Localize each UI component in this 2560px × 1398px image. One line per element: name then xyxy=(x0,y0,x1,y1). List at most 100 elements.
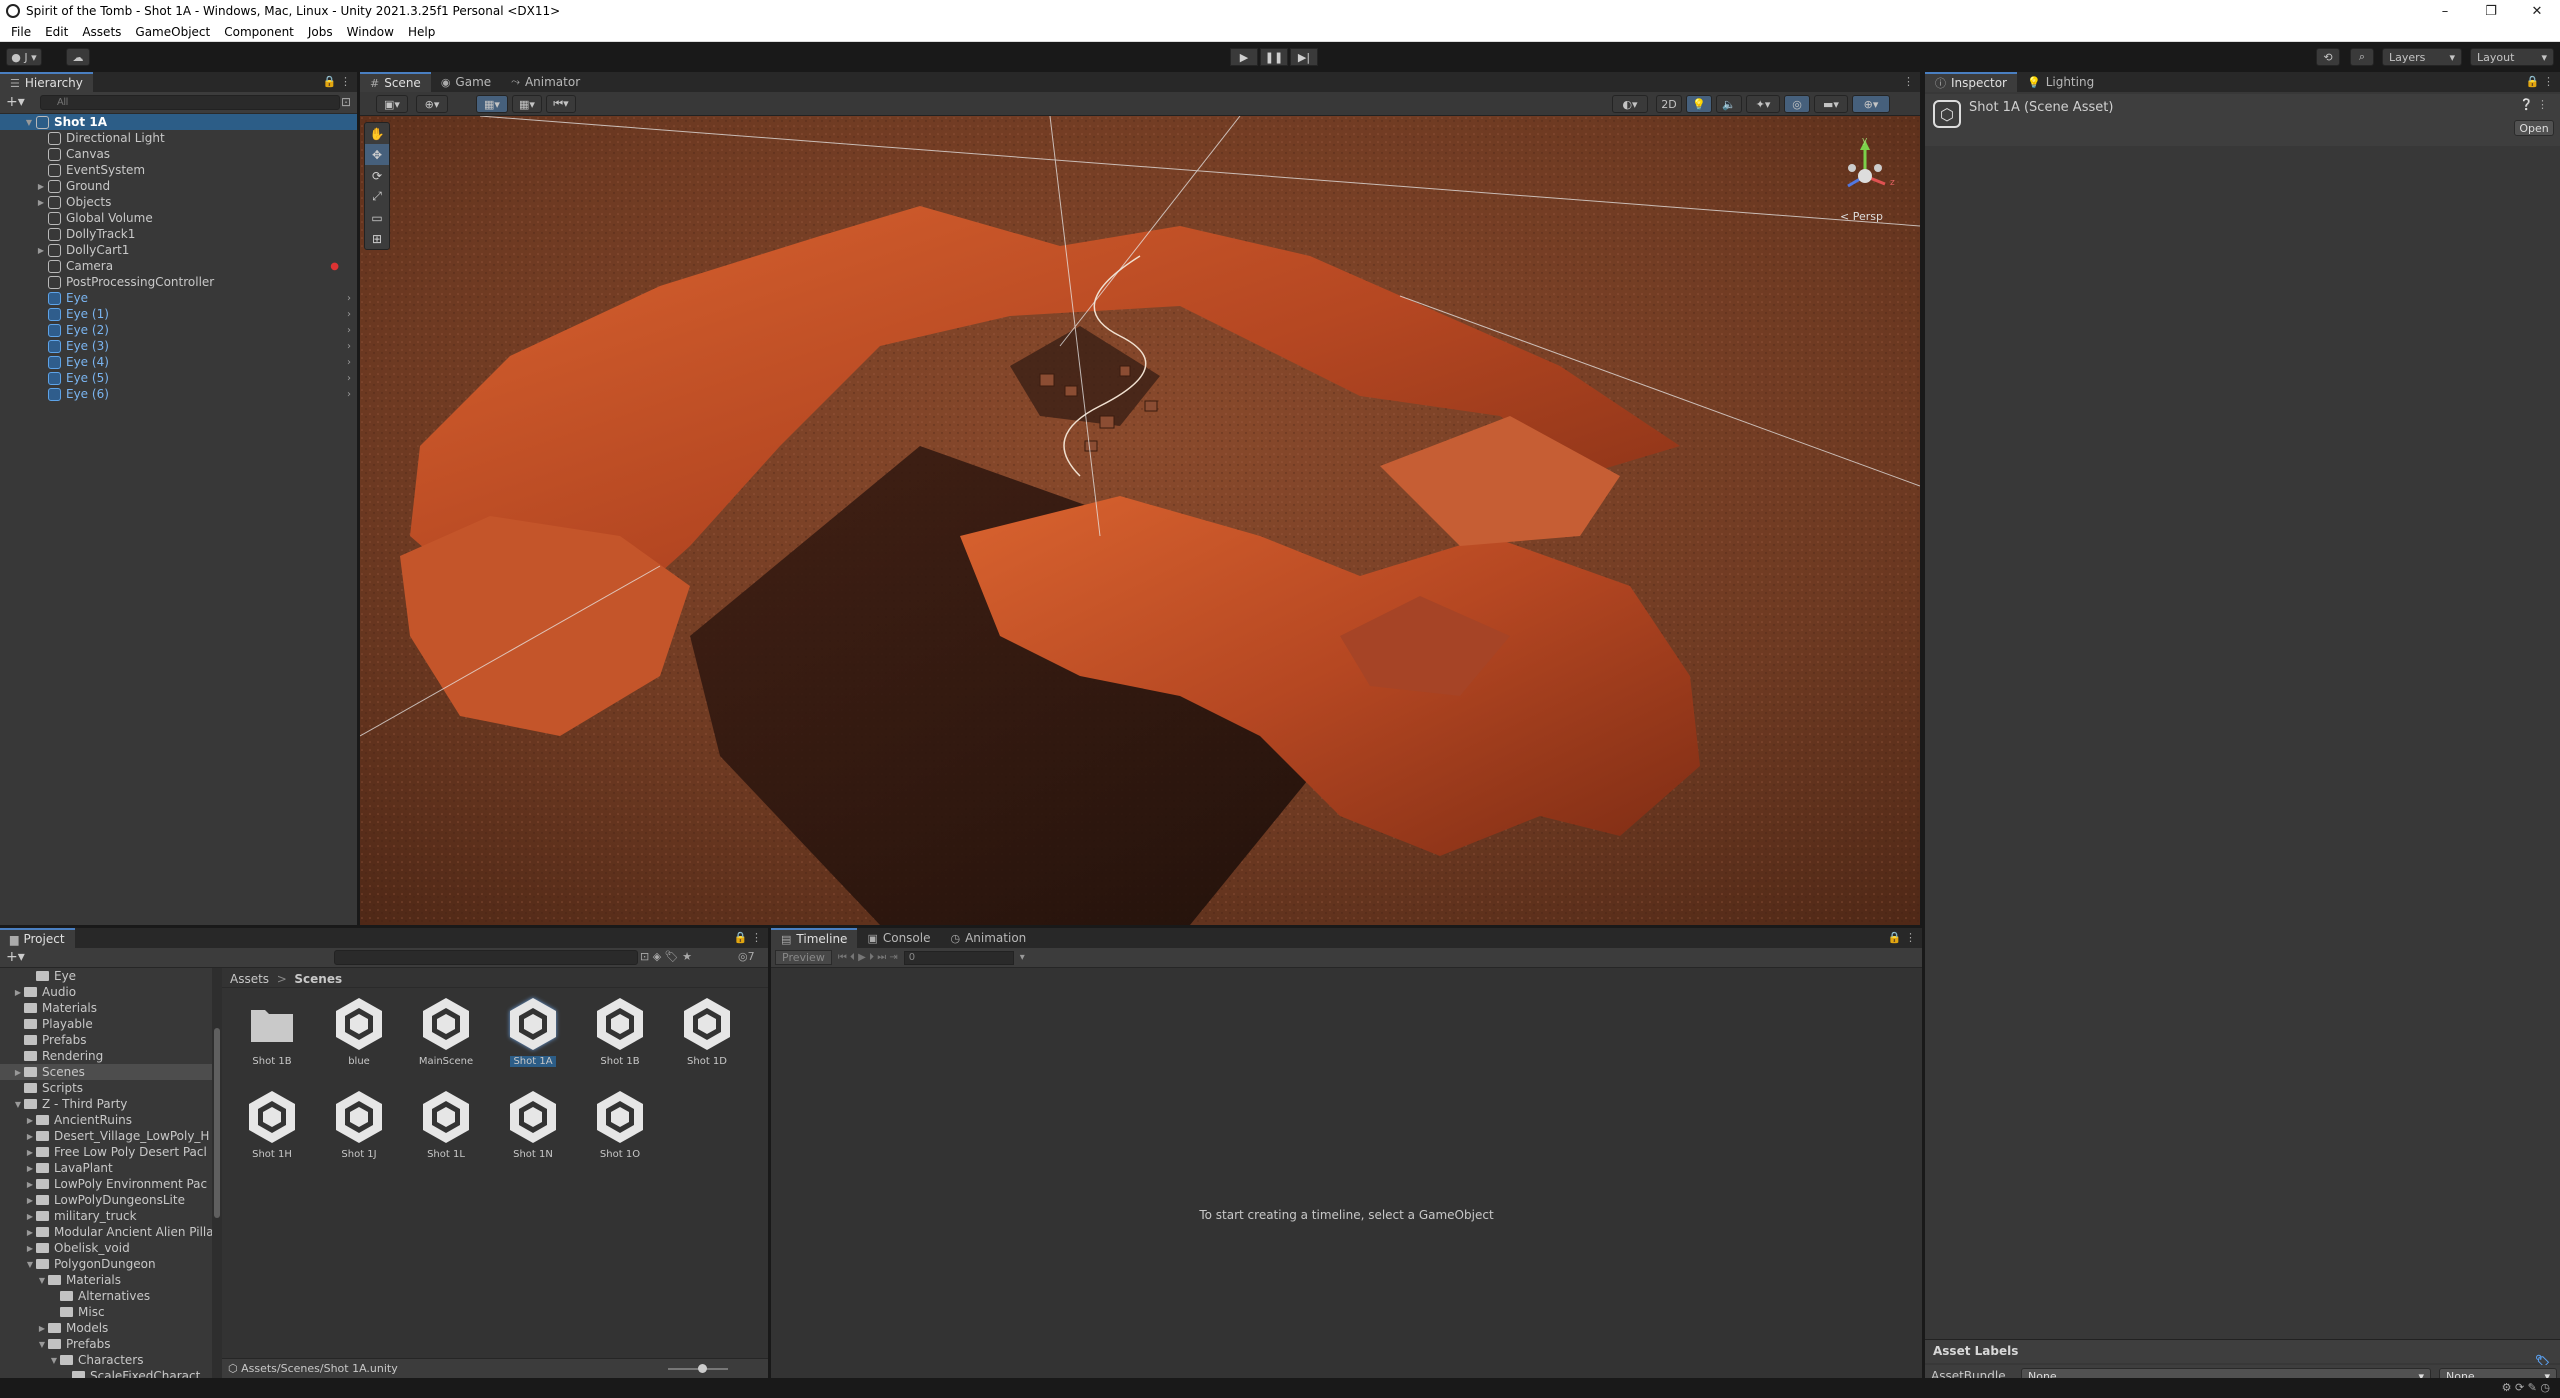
project-folder-item[interactable]: ▶ Free Low Poly Desert Pacl xyxy=(0,1144,212,1160)
asset-scene[interactable]: Shot 1L xyxy=(406,1089,486,1160)
asset-scene[interactable]: Shot 1A xyxy=(493,996,573,1067)
project-folder-item[interactable]: Playable xyxy=(0,1016,212,1032)
project-folder-item[interactable]: ▶ LowPolyDungeonsLite xyxy=(0,1192,212,1208)
rect-tool-button[interactable]: ▭ xyxy=(365,207,389,228)
project-folder-item[interactable]: Materials xyxy=(0,1000,212,1016)
hierarchy-item[interactable]: Eye › xyxy=(0,290,357,306)
scene-visibility-icon[interactable]: ⊡ xyxy=(341,95,351,109)
menu-file[interactable]: File xyxy=(4,25,38,39)
project-folder-item[interactable]: ▼ Prefabs xyxy=(0,1336,212,1352)
menu-edit[interactable]: Edit xyxy=(38,25,75,39)
chevron-right-icon[interactable]: › xyxy=(347,373,351,384)
expand-arrow-icon[interactable]: ▶ xyxy=(0,1244,36,1253)
hierarchy-scene-root[interactable]: ▼ Shot 1A xyxy=(0,114,357,130)
rotate-tool-button[interactable]: ⟳ xyxy=(365,165,389,186)
hierarchy-item[interactable]: PostProcessingController xyxy=(0,274,357,290)
asset-scene[interactable]: MainScene xyxy=(406,996,486,1067)
project-folder-item[interactable]: Scripts xyxy=(0,1080,212,1096)
hierarchy-item[interactable]: DollyTrack1 xyxy=(0,226,357,242)
search-button[interactable]: ⌕ xyxy=(2350,48,2374,66)
panel-menu-icon[interactable]: ⋮ xyxy=(1903,75,1914,88)
breadcrumb-scenes[interactable]: Scenes xyxy=(294,972,342,986)
help-icon[interactable]: ❔ ⋮ xyxy=(2520,98,2548,111)
chevron-right-icon[interactable]: › xyxy=(347,309,351,320)
tab-console[interactable]: ▣ Console xyxy=(857,928,940,948)
project-folder-item[interactable]: ▶ Obelisk_void xyxy=(0,1240,212,1256)
expand-arrow-icon[interactable]: ▶ xyxy=(0,246,48,255)
tab-lighting[interactable]: 💡 Lighting xyxy=(2017,72,2104,92)
hidden-count-badge[interactable]: ◎7 xyxy=(738,950,755,963)
frame-field[interactable]: 0 xyxy=(903,950,1014,965)
layers-dropdown[interactable]: Layers ▾ xyxy=(2382,48,2462,66)
status-icons[interactable]: ⚙ ⟳ ✎ ◷ xyxy=(2502,1381,2550,1394)
menu-help[interactable]: Help xyxy=(401,25,442,39)
hierarchy-item[interactable]: Eye (6) › xyxy=(0,386,357,402)
chevron-down-icon[interactable]: ▾ xyxy=(1020,952,1025,963)
close-button[interactable]: ✕ xyxy=(2514,0,2560,22)
expand-arrow-icon[interactable]: ▶ xyxy=(0,1148,36,1157)
increment-snap-dropdown[interactable]: ▦▾ xyxy=(512,95,542,113)
asset-scene[interactable]: Shot 1H xyxy=(232,1089,312,1160)
gizmos-dropdown[interactable]: ⊕▾ xyxy=(1852,95,1890,113)
project-folder-item[interactable]: ▼ Characters xyxy=(0,1352,212,1368)
layout-dropdown[interactable]: Layout ▾ xyxy=(2470,48,2554,66)
hierarchy-item[interactable]: EventSystem xyxy=(0,162,357,178)
chevron-right-icon[interactable]: › xyxy=(347,357,351,368)
play-button[interactable]: ▶ xyxy=(1230,48,1258,66)
menu-component[interactable]: Component xyxy=(217,25,301,39)
expand-arrow-icon[interactable]: ▶ xyxy=(0,1228,36,1237)
project-folder-item[interactable]: Eye xyxy=(0,968,212,984)
camera-dropdown[interactable]: ▬▾ xyxy=(1814,95,1848,113)
tab-hierarchy[interactable]: ☰ Hierarchy xyxy=(0,72,93,92)
chevron-right-icon[interactable]: › xyxy=(347,341,351,352)
tab-timeline[interactable]: ▤ Timeline xyxy=(771,928,858,948)
expand-arrow-icon[interactable]: ▶ xyxy=(0,1324,48,1333)
tab-animation[interactable]: ◷ Animation xyxy=(940,928,1036,948)
hidden-objects-toggle[interactable]: ◎ xyxy=(1784,95,1810,113)
expand-arrow-icon[interactable]: ▶ xyxy=(0,1132,36,1141)
hierarchy-item[interactable]: Eye (1) › xyxy=(0,306,357,322)
hierarchy-item[interactable]: Eye (2) › xyxy=(0,322,357,338)
tab-game[interactable]: ◉ Game xyxy=(431,72,501,92)
hierarchy-item[interactable]: Camera ● xyxy=(0,258,357,274)
panel-menu-icon[interactable]: 🔒 ⋮ xyxy=(734,931,762,944)
tab-scene[interactable]: # Scene xyxy=(360,72,431,92)
lighting-toggle[interactable]: 💡 xyxy=(1686,95,1712,113)
asset-scene[interactable]: Shot 1N xyxy=(493,1089,573,1160)
pause-button[interactable]: ❚❚ xyxy=(1260,48,1288,66)
projection-label[interactable]: < Persp xyxy=(1840,210,1883,223)
panel-menu-icon[interactable]: 🔒 ⋮ xyxy=(323,75,351,88)
transport-controls[interactable]: ⏮ ⏴ ▶ ⏵ ⏭ ⇥ xyxy=(838,952,898,963)
project-folder-item[interactable]: Prefabs xyxy=(0,1032,212,1048)
open-button[interactable]: Open xyxy=(2514,120,2554,136)
toggle-2d-button[interactable]: 2D xyxy=(1656,95,1682,113)
expand-arrow-icon[interactable]: ▶ xyxy=(0,198,48,207)
chevron-right-icon[interactable]: › xyxy=(347,293,351,304)
project-folder-item[interactable]: ▶ Scenes xyxy=(0,1064,212,1080)
project-folder-item[interactable]: Rendering xyxy=(0,1048,212,1064)
project-folder-item[interactable]: ▼ PolygonDungeon xyxy=(0,1256,212,1272)
orientation-gizmo[interactable]: y z < Persp xyxy=(1830,136,1900,226)
project-folder-item[interactable]: ▶ Desert_Village_LowPoly_H xyxy=(0,1128,212,1144)
icon-size-slider[interactable] xyxy=(668,1364,728,1373)
menu-jobs[interactable]: Jobs xyxy=(301,25,340,39)
chevron-right-icon[interactable]: › xyxy=(347,389,351,400)
project-folder-item[interactable]: ▶ AncientRuins xyxy=(0,1112,212,1128)
hierarchy-item[interactable]: Directional Light xyxy=(0,130,357,146)
project-folder-item[interactable]: ▶ military_truck xyxy=(0,1208,212,1224)
step-button[interactable]: ▶| xyxy=(1290,48,1318,66)
slider-handle[interactable] xyxy=(698,1364,707,1373)
hierarchy-item[interactable]: Canvas xyxy=(0,146,357,162)
menu-window[interactable]: Window xyxy=(340,25,401,39)
undo-history-button[interactable]: ⟲ xyxy=(2316,48,2340,66)
hierarchy-search-input[interactable] xyxy=(40,95,340,110)
expand-arrow-icon[interactable]: ▶ xyxy=(0,1164,36,1173)
hierarchy-item[interactable]: ▶ Objects xyxy=(0,194,357,210)
expand-arrow-icon[interactable]: ▼ xyxy=(0,1260,36,1269)
project-folder-item[interactable]: ▶ LowPoly Environment Pac xyxy=(0,1176,212,1192)
scrollbar-thumb[interactable] xyxy=(214,1028,220,1218)
project-folder-item[interactable]: Alternatives xyxy=(0,1288,212,1304)
scene-viewport[interactable]: ✋ ✥ ⟳ ⤢ ▭ ⊞ y z < Persp xyxy=(360,116,1920,925)
expand-arrow-icon[interactable]: ▶ xyxy=(0,1212,36,1221)
asset-scene[interactable]: Shot 1O xyxy=(580,1089,660,1160)
